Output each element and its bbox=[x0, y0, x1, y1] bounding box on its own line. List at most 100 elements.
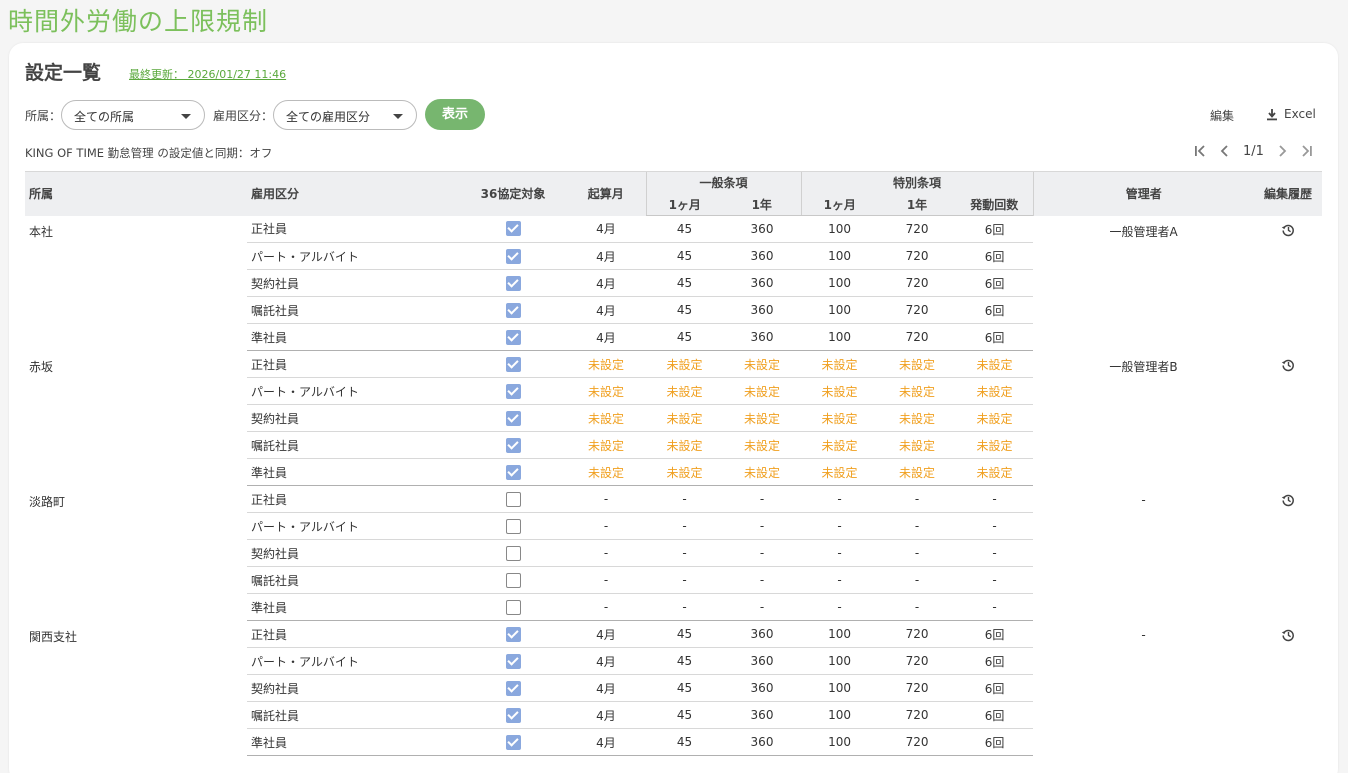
special-count-cell: 6回 bbox=[956, 647, 1034, 675]
special-year-cell: 720 bbox=[878, 620, 957, 648]
start-month-cell: - bbox=[566, 539, 646, 567]
checkbox-icon[interactable] bbox=[505, 734, 521, 750]
target-cell bbox=[460, 620, 566, 648]
special-count-cell: 6回 bbox=[956, 701, 1034, 729]
checkbox-icon[interactable] bbox=[505, 491, 521, 507]
emp-type-select[interactable]: 全ての雇用区分 bbox=[273, 100, 417, 130]
special-count-cell: 6回 bbox=[956, 674, 1034, 702]
general-month-cell: - bbox=[646, 512, 723, 540]
special-year-cell: 未設定 bbox=[878, 431, 957, 459]
header-history: 編集履歴 bbox=[1254, 171, 1323, 216]
start-month-cell: 未設定 bbox=[566, 458, 646, 486]
special-count-cell: 6回 bbox=[956, 728, 1034, 756]
special-month-cell: 100 bbox=[801, 620, 879, 648]
pagination: 1/1 bbox=[1189, 141, 1318, 161]
general-month-cell: - bbox=[646, 539, 723, 567]
special-year-cell: - bbox=[878, 593, 957, 621]
general-year-cell: 360 bbox=[723, 647, 802, 675]
prev-page-icon[interactable] bbox=[1213, 141, 1237, 161]
checkbox-icon[interactable] bbox=[505, 707, 521, 723]
history-icon[interactable] bbox=[1281, 358, 1295, 375]
target-cell bbox=[460, 458, 566, 486]
checkbox-icon[interactable] bbox=[505, 221, 521, 237]
history-icon[interactable] bbox=[1281, 628, 1295, 645]
settings-table: 所属 雇用区分 36協定対象 起算月 一般条項 特別条項 管理者 編集履歴 1ヶ… bbox=[25, 171, 1323, 756]
checkbox-icon[interactable] bbox=[505, 302, 521, 318]
general-year-cell: 未設定 bbox=[723, 458, 802, 486]
emp-type-cell: 嘱託社員 bbox=[247, 566, 460, 594]
checkbox-icon[interactable] bbox=[505, 626, 521, 642]
table-row: 淡路町 正社員 - - - - - - - bbox=[25, 485, 1322, 513]
checkbox-icon[interactable] bbox=[505, 248, 521, 264]
special-count-cell: - bbox=[956, 539, 1034, 567]
checkbox-icon[interactable] bbox=[505, 329, 521, 345]
checkbox-icon[interactable] bbox=[505, 383, 521, 399]
general-month-cell: 未設定 bbox=[646, 377, 723, 405]
sync-status-text: KING OF TIME 勤怠管理 の設定値と同期：オフ bbox=[25, 146, 273, 160]
checkbox-icon[interactable] bbox=[505, 518, 521, 534]
general-month-cell: - bbox=[646, 593, 723, 621]
checkbox-icon[interactable] bbox=[505, 599, 521, 615]
header-dept: 所属 bbox=[25, 171, 247, 216]
special-year-cell: 720 bbox=[878, 269, 957, 297]
history-cell bbox=[1254, 486, 1322, 621]
special-month-cell: 100 bbox=[801, 215, 879, 243]
history-icon[interactable] bbox=[1281, 493, 1295, 510]
emp-type-cell: 準社員 bbox=[247, 593, 460, 621]
general-year-cell: - bbox=[723, 566, 802, 594]
manager-cell: 一般管理者A bbox=[1109, 224, 1178, 239]
show-button[interactable]: 表示 bbox=[425, 99, 485, 130]
manager-cell: 一般管理者B bbox=[1109, 359, 1178, 374]
dept-cell: 淡路町 bbox=[29, 494, 66, 509]
emp-type-cell: 正社員 bbox=[247, 620, 460, 648]
last-updated-link[interactable]: 最終更新： 2026/01/27 11:46 bbox=[129, 66, 286, 82]
dept-cell: 本社 bbox=[29, 224, 54, 239]
special-month-cell: 100 bbox=[801, 701, 879, 729]
first-page-icon[interactable] bbox=[1189, 141, 1213, 161]
special-year-cell: - bbox=[878, 539, 957, 567]
general-month-cell: 45 bbox=[646, 701, 723, 729]
target-cell bbox=[460, 647, 566, 675]
target-cell bbox=[460, 242, 566, 270]
emp-type-cell: 契約社員 bbox=[247, 404, 460, 432]
checkbox-icon[interactable] bbox=[505, 680, 521, 696]
next-page-icon[interactable] bbox=[1270, 141, 1294, 161]
target-cell bbox=[460, 269, 566, 297]
general-year-cell: - bbox=[723, 512, 802, 540]
header-special-month: 1ヶ月 bbox=[800, 193, 879, 216]
excel-download-button[interactable]: Excel bbox=[1266, 107, 1316, 121]
checkbox-icon[interactable] bbox=[505, 653, 521, 669]
emp-type-cell: パート・アルバイト bbox=[247, 512, 460, 540]
table-body: 本社 正社員 4月 45 360 100 720 6回 一般管理者A パート・アルバイト 4月 45 3… bbox=[25, 215, 1322, 756]
checkbox-icon[interactable] bbox=[505, 572, 521, 588]
general-month-cell: 45 bbox=[646, 647, 723, 675]
history-icon[interactable] bbox=[1281, 223, 1295, 240]
special-count-cell: 未設定 bbox=[956, 458, 1034, 486]
dept-select[interactable]: 全ての所属 bbox=[61, 100, 205, 130]
emp-type-cell: 正社員 bbox=[247, 485, 460, 513]
target-cell bbox=[460, 512, 566, 540]
emp-type-cell: パート・アルバイト bbox=[247, 647, 460, 675]
general-year-cell: 360 bbox=[723, 269, 802, 297]
checkbox-icon[interactable] bbox=[505, 275, 521, 291]
table-row: 関西支社 正社員 4月 45 360 100 720 6回 - bbox=[25, 620, 1322, 648]
edit-button[interactable]: 編集 bbox=[1210, 107, 1234, 124]
checkbox-icon[interactable] bbox=[505, 410, 521, 426]
start-month-cell: 4月 bbox=[566, 647, 646, 675]
checkbox-icon[interactable] bbox=[505, 437, 521, 453]
special-year-cell: 720 bbox=[878, 728, 957, 756]
special-month-cell: - bbox=[801, 512, 879, 540]
target-cell bbox=[460, 593, 566, 621]
checkbox-icon[interactable] bbox=[505, 356, 521, 372]
special-year-cell: 未設定 bbox=[878, 377, 957, 405]
general-month-cell: 45 bbox=[646, 323, 723, 351]
target-cell bbox=[460, 404, 566, 432]
general-month-cell: 45 bbox=[646, 674, 723, 702]
last-page-icon[interactable] bbox=[1294, 141, 1318, 161]
special-month-cell: - bbox=[801, 485, 879, 513]
history-cell bbox=[1254, 216, 1322, 351]
checkbox-icon[interactable] bbox=[505, 464, 521, 480]
checkbox-icon[interactable] bbox=[505, 545, 521, 561]
header-target: 36協定対象 bbox=[460, 171, 566, 216]
history-cell bbox=[1254, 351, 1322, 486]
